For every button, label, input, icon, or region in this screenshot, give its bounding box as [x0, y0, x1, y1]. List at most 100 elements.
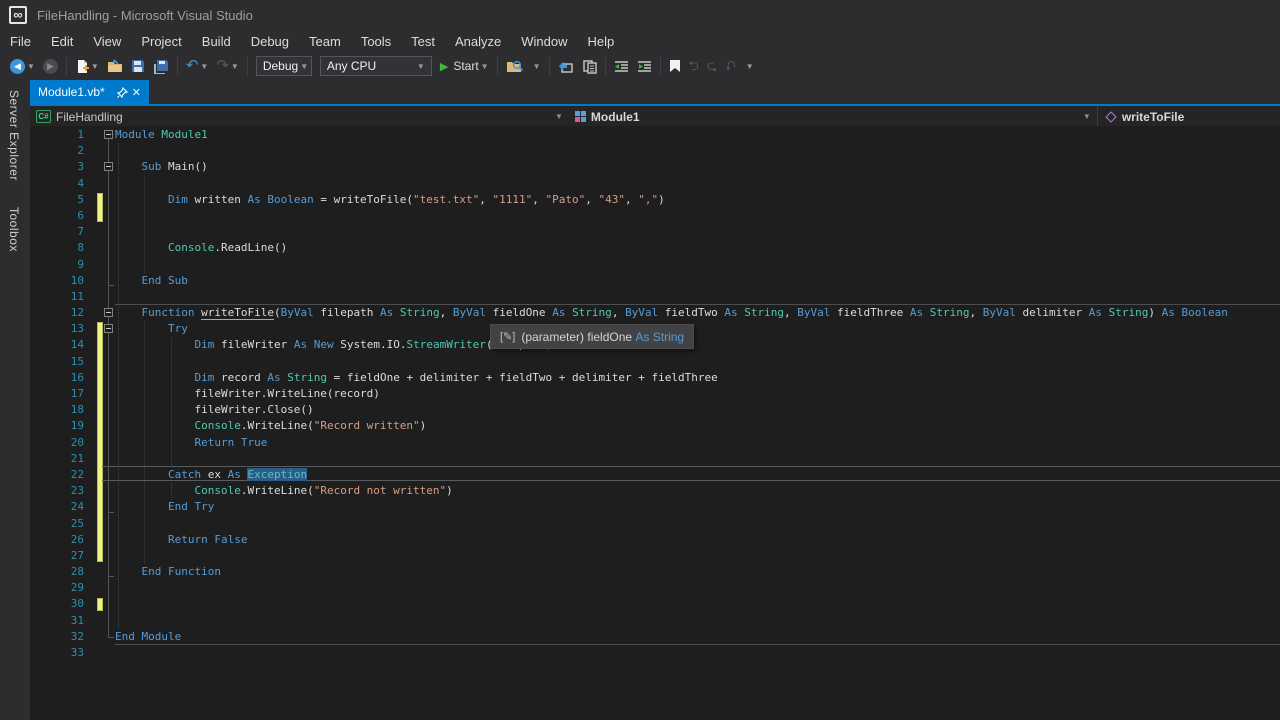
redo-icon: ↷ [216, 57, 229, 74]
menu-analyze[interactable]: Analyze [445, 32, 511, 51]
sidebar-tab-server-explorer[interactable]: Server Explorer [7, 80, 21, 191]
code-line-25[interactable] [115, 516, 1228, 532]
code-token: String [287, 370, 327, 384]
code-line-5[interactable]: Dim written As Boolean = writeToFile("te… [115, 192, 1228, 208]
code-line-24[interactable]: End Try [115, 499, 1228, 515]
menu-test[interactable]: Test [401, 32, 445, 51]
navigate-forward-button[interactable]: ▶ [40, 57, 61, 76]
tab-module1-vb[interactable]: Module1.vb* ✕ [30, 80, 149, 104]
change-tracking-bar [97, 192, 103, 223]
undo-button[interactable]: ↶ ▼ [183, 57, 212, 75]
chevron-down-icon[interactable]: ▼ [1083, 112, 1091, 121]
decrease-indent-button[interactable] [611, 58, 632, 75]
code-line-3[interactable]: Sub Main() [115, 159, 1228, 175]
solution-configuration-dropdown[interactable]: Debug ▼ [255, 56, 312, 76]
code-token: writeToFile [201, 306, 274, 321]
code-line-18[interactable]: fileWriter.Close() [115, 402, 1228, 418]
code-token: String [572, 306, 612, 320]
code-line-20[interactable]: Return True [115, 435, 1228, 451]
menu-file[interactable]: File [0, 32, 41, 51]
code-line-4[interactable] [115, 176, 1228, 192]
save-button[interactable] [128, 57, 148, 75]
clear-bookmarks-button[interactable]: ⮏ [722, 57, 738, 75]
code-line-22[interactable]: Catch ex As Exception [115, 467, 1228, 483]
project-dropdown[interactable]: C# FileHandling [30, 106, 555, 127]
code-line-1[interactable]: Module Module1 [115, 127, 1228, 143]
menu-window[interactable]: Window [511, 32, 577, 51]
code-token: fileWriter.Close() [115, 403, 314, 417]
code-line-11[interactable] [115, 289, 1228, 305]
code-editor[interactable]: 1 2 3 4 5 6 7 8 9 10 11 12 13 14 15 16 17 18 19 20 21 22 23 24 2… [30, 126, 1280, 720]
line-number: 15 [70, 354, 84, 368]
menu-build[interactable]: Build [192, 32, 241, 51]
code-line-8[interactable]: Console.ReadLine() [115, 240, 1228, 256]
module-icon [574, 111, 586, 122]
menu-team[interactable]: Team [299, 32, 351, 51]
code-line-9[interactable] [115, 257, 1228, 273]
sidebar-tab-toolbox[interactable]: Toolbox [7, 197, 21, 262]
menu-help[interactable]: Help [578, 32, 625, 51]
code-line-6[interactable] [115, 208, 1228, 224]
code-line-33[interactable] [115, 645, 1228, 661]
start-debug-button[interactable]: ▶ Start ▼ [437, 57, 492, 75]
chevron-down-icon[interactable]: ▼ [555, 112, 563, 121]
new-file-button[interactable]: ▼ [72, 57, 102, 76]
open-file-button[interactable] [104, 57, 126, 75]
menu-view[interactable]: View [83, 32, 131, 51]
line-number: 26 [70, 532, 84, 546]
title-bar: ∞ FileHandling - Microsoft Visual Studio [0, 0, 1280, 30]
code-token: filepath [313, 306, 380, 320]
pin-icon[interactable] [116, 86, 128, 98]
back-arrow-icon: ◀ [10, 58, 25, 74]
code-line-7[interactable] [115, 224, 1228, 240]
code-line-32[interactable]: End Module [115, 629, 1228, 645]
code-line-12[interactable]: Function writeToFile(ByVal filepath As S… [115, 305, 1228, 321]
code-line-29[interactable] [115, 580, 1228, 596]
line-number: 22 [70, 467, 84, 481]
close-icon[interactable]: ✕ [132, 86, 141, 99]
code-line-16[interactable]: Dim record As String = fieldOne + delimi… [115, 370, 1228, 386]
copy-structure-button[interactable] [579, 57, 600, 76]
code-line-2[interactable] [115, 143, 1228, 159]
next-bookmark-button[interactable]: ⮎ [704, 57, 720, 75]
code-token: StreamWriter [406, 338, 486, 352]
code-line-21[interactable] [115, 451, 1228, 467]
code-line-30[interactable] [115, 596, 1228, 612]
menu-tools[interactable]: Tools [351, 32, 401, 51]
code-line-31[interactable] [115, 613, 1228, 629]
code-token: As [1088, 306, 1103, 320]
code-token: String [744, 306, 785, 320]
redo-button[interactable]: ↷ ▼ [213, 57, 242, 75]
menu-edit[interactable]: Edit [41, 32, 83, 51]
menu-project[interactable]: Project [131, 32, 191, 51]
code-area[interactable]: Module Module1 Sub Main() Dim written As… [115, 127, 1228, 661]
code-line-27[interactable] [115, 548, 1228, 564]
code-line-15[interactable] [115, 354, 1228, 370]
code-line-17[interactable]: fileWriter.WriteLine(record) [115, 386, 1228, 402]
toolbar-overflow-button[interactable]: ▼ [528, 60, 544, 73]
member-dropdown[interactable]: writeToFile [1098, 106, 1184, 127]
toggle-bookmark-button[interactable] [666, 57, 684, 75]
find-in-files-button[interactable] [503, 57, 526, 76]
type-dropdown[interactable]: Module1 [563, 106, 1083, 127]
code-line-10[interactable]: End Sub [115, 273, 1228, 289]
toolbar-overflow-button-2[interactable]: ▼ [741, 60, 757, 73]
code-token: ) [658, 192, 665, 206]
code-line-19[interactable]: Console.WriteLine("Record written") [115, 418, 1228, 434]
code-line-23[interactable]: Console.WriteLine("Record not written") [115, 483, 1228, 499]
prev-bookmark-button[interactable]: ⮌ [686, 57, 702, 75]
increase-indent-button[interactable] [634, 58, 655, 75]
solution-platform-dropdown[interactable]: Any CPU ▼ [319, 56, 432, 76]
code-token: ) [1148, 306, 1162, 320]
menu-debug[interactable]: Debug [241, 32, 299, 51]
line-number: 9 [77, 257, 84, 271]
attach-button[interactable] [555, 57, 577, 75]
save-all-button[interactable] [150, 57, 172, 76]
code-token: System.IO. [333, 338, 407, 352]
navigate-back-button[interactable]: ◀ ▼ [7, 57, 38, 76]
code-line-28[interactable]: End Function [115, 564, 1228, 580]
main-toolbar: ◀ ▼ ▶ ▼ ↶ ▼ ↷ ▼ Debug ▼ Any CPU ▼ ▶ Star… [0, 52, 1280, 80]
outline-end-tick [108, 284, 114, 286]
code-line-26[interactable]: Return False [115, 532, 1228, 548]
